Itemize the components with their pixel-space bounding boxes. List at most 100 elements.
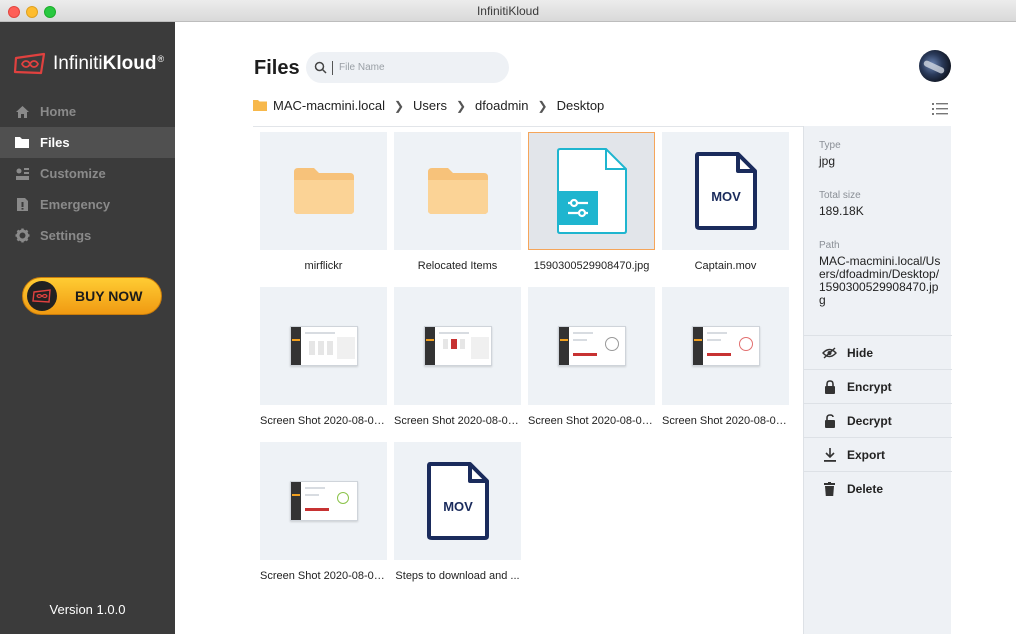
file-info-panel: Type jpg Total size 189.18K Path MAC-mac… bbox=[803, 126, 952, 634]
sidebar-item-files[interactable]: Files bbox=[0, 127, 175, 158]
brand-name-light: Infiniti bbox=[53, 53, 103, 74]
folder-icon bbox=[427, 168, 488, 214]
file-name: Captain.mov bbox=[694, 260, 757, 272]
file-name: 1590300529908470.jpg bbox=[533, 260, 650, 272]
file-thumbnail bbox=[260, 442, 387, 560]
file-thumbnail bbox=[662, 287, 789, 405]
file-tile[interactable]: MOV Captain.mov bbox=[662, 132, 789, 272]
home-icon bbox=[14, 104, 30, 120]
trash-icon bbox=[822, 481, 837, 496]
breadcrumb-item-host[interactable]: MAC-macmini.local bbox=[273, 98, 385, 113]
infinitikloud-logo-icon bbox=[13, 52, 46, 75]
mov-badge: MOV bbox=[443, 499, 473, 514]
export-label: Export bbox=[847, 447, 886, 462]
page-title: Files bbox=[254, 57, 300, 79]
sidebar-nav: Home Files Customize Emergency Settings bbox=[0, 96, 175, 251]
decrypt-button[interactable]: Decrypt bbox=[804, 403, 952, 437]
app-logo: InfinitiKloud® bbox=[13, 52, 164, 76]
file-name: mirflickr bbox=[304, 260, 343, 272]
video-file-icon: MOV bbox=[426, 462, 489, 540]
file-thumbnail bbox=[528, 132, 655, 250]
file-tile[interactable]: Screen Shot 2020-08-07... bbox=[260, 442, 387, 582]
file-tile[interactable]: Screen Shot 2020-08-06... bbox=[260, 287, 387, 427]
search-icon bbox=[314, 61, 327, 74]
chevron-right-icon: ❯ bbox=[393, 98, 405, 113]
screenshot-preview bbox=[423, 326, 492, 366]
app-version: Version 1.0.0 bbox=[49, 602, 126, 617]
eye-slash-icon bbox=[822, 346, 837, 360]
folder-icon bbox=[14, 135, 30, 151]
window-title: InfinitiKloud bbox=[476, 4, 540, 18]
file-name: Screen Shot 2020-08-06... bbox=[394, 415, 521, 427]
file-thumbnail bbox=[528, 287, 655, 405]
type-label: Type bbox=[819, 140, 841, 151]
file-name: Screen Shot 2020-08-06... bbox=[528, 415, 655, 427]
file-thumbnail: MOV bbox=[662, 132, 789, 250]
user-avatar[interactable] bbox=[919, 50, 951, 82]
file-tile[interactable]: MOV Steps to download and ... bbox=[394, 442, 521, 582]
file-thumbnail bbox=[260, 132, 387, 250]
file-tile[interactable]: Screen Shot 2020-08-06... bbox=[528, 287, 655, 427]
sidebar-item-emergency[interactable]: Emergency bbox=[0, 189, 175, 220]
brand-name: InfinitiKloud® bbox=[53, 53, 164, 75]
hide-button[interactable]: Hide bbox=[804, 335, 952, 369]
folder-icon bbox=[293, 168, 354, 214]
hide-label: Hide bbox=[847, 345, 874, 360]
file-name: Screen Shot 2020-08-06... bbox=[260, 415, 387, 427]
file-name: Steps to download and ... bbox=[395, 570, 520, 582]
brand-name-bold: Kloud bbox=[102, 53, 157, 74]
encrypt-button[interactable]: Encrypt bbox=[804, 369, 952, 403]
search-divider bbox=[332, 60, 333, 75]
file-name: Relocated Items bbox=[417, 260, 498, 272]
unlock-icon bbox=[822, 413, 837, 428]
sidebar-item-home[interactable]: Home bbox=[0, 96, 175, 127]
size-value: 189.18K bbox=[819, 204, 864, 218]
chevron-right-icon: ❯ bbox=[537, 98, 548, 113]
breadcrumb-item-desktop[interactable]: Desktop bbox=[557, 98, 605, 113]
sidebar-item-label: Settings bbox=[40, 228, 92, 243]
folder-icon bbox=[253, 100, 267, 111]
file-name: Screen Shot 2020-08-07... bbox=[260, 570, 387, 582]
path-value: MAC-macmini.local/Users/dfoadmin/Desktop… bbox=[819, 254, 941, 307]
file-actions: Hide Encrypt Decrypt Export Delete bbox=[804, 335, 952, 505]
delete-label: Delete bbox=[847, 481, 884, 496]
file-tile[interactable]: Screen Shot 2020-08-07... bbox=[662, 287, 789, 427]
file-tile[interactable]: Relocated Items bbox=[394, 132, 521, 272]
gear-icon bbox=[14, 228, 30, 244]
file-tile[interactable]: Screen Shot 2020-08-06... bbox=[394, 287, 521, 427]
download-icon bbox=[822, 447, 837, 462]
file-tile[interactable]: mirflickr bbox=[260, 132, 387, 272]
infinity-logo-icon bbox=[27, 281, 57, 311]
sidebar-item-label: Home bbox=[40, 104, 77, 119]
file-thumbnail bbox=[394, 132, 521, 250]
file-thumbnail: MOV bbox=[394, 442, 521, 560]
buy-now-button[interactable]: BUY NOW bbox=[22, 277, 162, 315]
list-view-icon[interactable] bbox=[932, 102, 948, 116]
lock-icon bbox=[822, 379, 837, 394]
file-tile-selected[interactable]: 1590300529908470.jpg bbox=[528, 132, 655, 272]
type-value: jpg bbox=[819, 154, 836, 168]
breadcrumb-item-dfoadmin[interactable]: dfoadmin bbox=[475, 98, 528, 113]
screenshot-preview bbox=[289, 326, 358, 366]
export-button[interactable]: Export bbox=[804, 437, 952, 471]
title-bar: InfinitiKloud bbox=[0, 0, 1016, 22]
search-bar[interactable] bbox=[306, 52, 509, 83]
search-input[interactable] bbox=[339, 62, 489, 73]
delete-button[interactable]: Delete bbox=[804, 471, 952, 505]
decrypt-label: Decrypt bbox=[847, 413, 892, 428]
emergency-icon bbox=[14, 197, 30, 213]
chevron-right-icon: ❯ bbox=[455, 98, 467, 113]
sidebar-item-label: Files bbox=[40, 135, 70, 150]
sidebar-item-settings[interactable]: Settings bbox=[0, 220, 175, 251]
sidebar-item-label: Customize bbox=[40, 166, 106, 181]
app-window: InfinitiKloud InfinitiKloud® Home Files bbox=[0, 0, 1016, 634]
breadcrumb-item-users[interactable]: Users bbox=[413, 98, 447, 113]
file-thumbnail bbox=[260, 287, 387, 405]
customize-icon bbox=[14, 166, 30, 182]
encrypt-label: Encrypt bbox=[847, 379, 892, 394]
file-thumbnail bbox=[394, 287, 521, 405]
sidebar-item-label: Emergency bbox=[40, 197, 111, 212]
sidebar-item-customize[interactable]: Customize bbox=[0, 158, 175, 189]
main-content: Files MAC-macmini.local ❯ Users ❯ dfoadm… bbox=[175, 22, 1016, 634]
size-label: Total size bbox=[819, 190, 861, 201]
